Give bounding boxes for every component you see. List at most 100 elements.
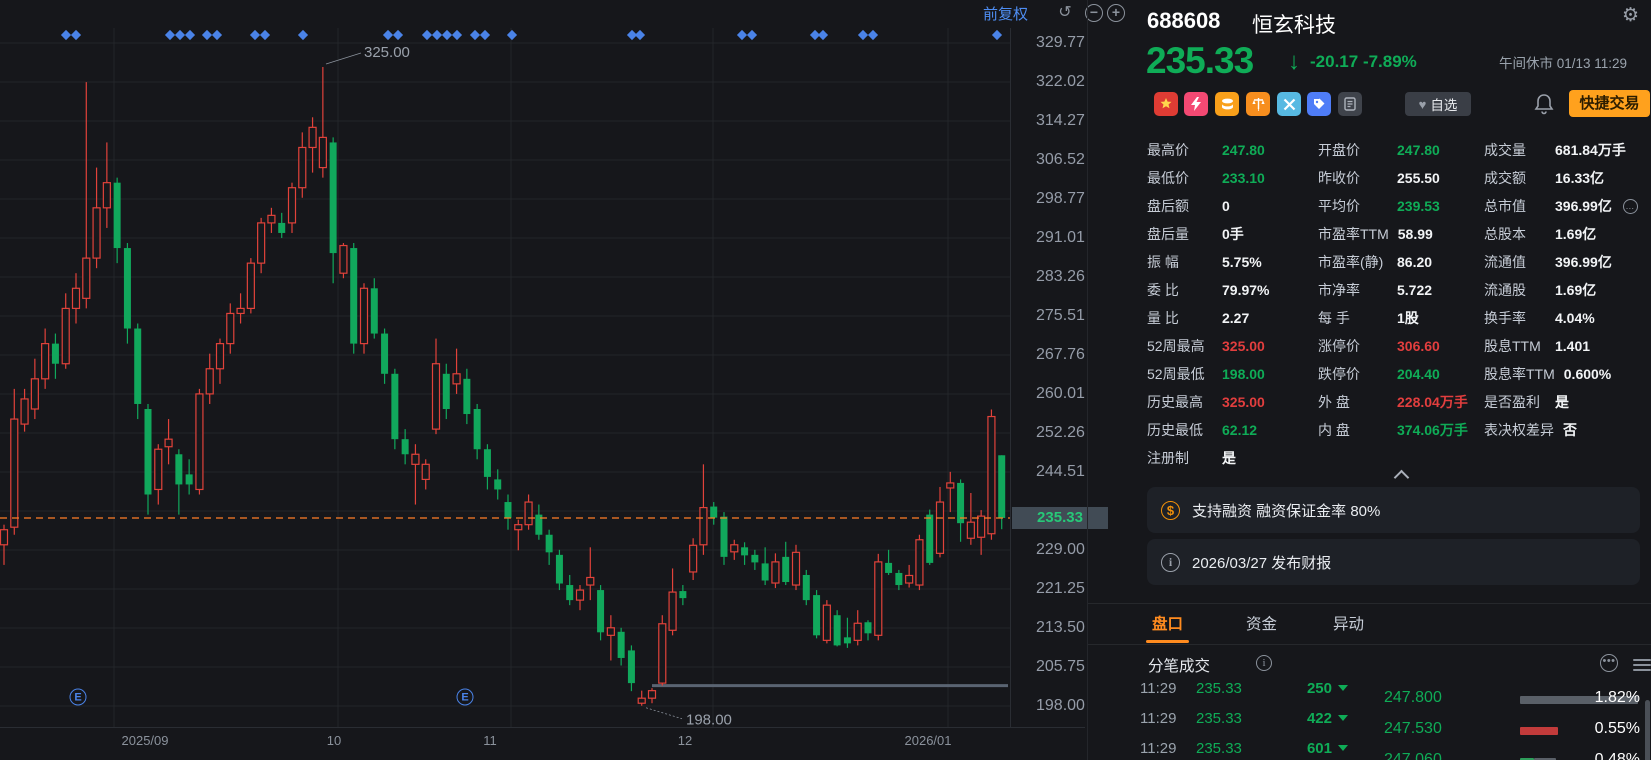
axis-tick-label: 267.76 — [1036, 345, 1085, 363]
earnings-event-icon[interactable]: E — [69, 688, 87, 706]
axis-tick-label: 314.27 — [1036, 111, 1085, 129]
svg-text:325.00: 325.00 — [364, 44, 410, 61]
undo-icon[interactable]: ↺ — [1056, 4, 1074, 22]
stat-总市值: 总市值 396.99亿… — [1484, 196, 1638, 216]
stat-涨停价: 涨停价 306.60 — [1318, 338, 1440, 354]
more-icon[interactable]: … — [1622, 198, 1638, 214]
stat-委 比: 委 比 79.97% — [1147, 282, 1270, 298]
axis-tick-label: 244.51 — [1036, 462, 1085, 480]
adjust-mode-link[interactable]: 前复权 — [983, 3, 1028, 24]
info-icon: i — [1161, 552, 1180, 572]
stat-成交额: 成交额 16.33亿 — [1484, 170, 1605, 186]
earnings-notice-card[interactable]: i 2026/03/27 发布财报 — [1147, 539, 1640, 585]
axis-tick-label: 275.51 — [1036, 306, 1085, 324]
sell-triangle-icon — [1338, 745, 1348, 751]
tab-资金[interactable]: 资金 — [1246, 612, 1277, 634]
stat-表决权差异: 表决权差异否 — [1484, 422, 1577, 438]
gear-icon[interactable]: ⚙ — [1622, 4, 1639, 27]
tag-badge-icon[interactable] — [1307, 92, 1331, 116]
price-dist-row[interactable]: 247.530 0.55% — [1380, 717, 1646, 745]
cn-flag-badge-icon[interactable] — [1154, 92, 1178, 116]
earnings-event-icon[interactable]: E — [456, 688, 474, 706]
axis-tick-label: 329.77 — [1036, 34, 1085, 51]
stat-换手率: 换手率 4.04% — [1484, 310, 1595, 326]
stat-52周最高: 52周最高 325.00 — [1147, 338, 1265, 354]
stat-开盘价: 开盘价 247.80 — [1318, 142, 1440, 158]
axis-tick-label: 198.00 — [1036, 696, 1085, 714]
price-dist-row[interactable]: 247.800 1.82% — [1380, 686, 1646, 714]
stat-历史最高: 历史最高 325.00 — [1147, 394, 1265, 410]
stat-是否盈利: 是否盈利是 — [1484, 394, 1569, 410]
axis-tick-label: 260.01 — [1036, 384, 1085, 402]
axis-tick-label: 298.77 — [1036, 189, 1085, 207]
tape-row[interactable]: 11:29 235.33 250 — [1140, 682, 1370, 702]
date-axis-label: 12 — [677, 733, 693, 748]
sell-triangle-icon — [1338, 715, 1348, 721]
stat-总股本: 总股本 1.69亿 — [1484, 226, 1597, 242]
stat-注册制: 注册制是 — [1147, 450, 1236, 466]
tab-盘口[interactable]: 盘口 — [1145, 612, 1190, 643]
stat-每 手: 每 手 1股 — [1318, 310, 1419, 326]
axis-tick-label: 306.52 — [1036, 150, 1085, 168]
stat-振 幅: 振 幅 5.75% — [1147, 254, 1262, 270]
watchlist-button[interactable]: ♥ 自选 — [1405, 92, 1471, 116]
price-change: -20.17 -7.89% — [1310, 52, 1417, 71]
down-arrow-icon: ↓ — [1288, 48, 1300, 75]
axis-tick-label: 283.26 — [1036, 267, 1085, 285]
stat-最低价: 最低价 233.10 — [1147, 170, 1265, 186]
axis-tick-label: 229.00 — [1036, 540, 1085, 558]
stat-历史最低: 历史最低 62.12 — [1147, 422, 1258, 438]
candlestick-chart[interactable]: 325.00198.00 — [0, 0, 1010, 760]
axis-tick-label: 205.75 — [1036, 657, 1085, 675]
bell-icon[interactable] — [1533, 92, 1555, 116]
stat-市盈率TTM: 市盈率TTM 58.99 — [1318, 226, 1433, 242]
market-status: 午间休市 01/13 11:29 — [1499, 56, 1628, 71]
margin-notice-card[interactable]: $ 支持融资 融资保证金率 80% — [1147, 487, 1640, 533]
stock-name: 恒玄科技 — [1252, 14, 1336, 37]
stat-外 盘: 外 盘 228.04万手 — [1318, 394, 1468, 410]
notice-text: 支持融资 融资保证金率 80% — [1192, 502, 1381, 520]
date-axis-label: 2026/01 — [904, 733, 952, 748]
memo-badge-icon[interactable] — [1338, 92, 1362, 116]
x-mark-badge-icon[interactable] — [1277, 92, 1301, 116]
stat-股息率TTM: 股息率TTM 0.600% — [1484, 366, 1612, 382]
sell-triangle-icon — [1338, 685, 1348, 691]
date-axis-label: 10 — [326, 733, 342, 748]
stat-量 比: 量 比 2.27 — [1147, 310, 1250, 326]
price-distribution-list[interactable]: 247.800 1.82% 247.530 0.55% 247.060 0.48% — [1380, 686, 1646, 760]
stat-内 盘: 内 盘 374.06万手 — [1318, 422, 1468, 438]
price-dist-row[interactable]: 247.060 0.48% — [1380, 748, 1646, 760]
coins-badge-icon[interactable] — [1215, 92, 1239, 116]
axis-tick-label: 213.50 — [1036, 618, 1085, 636]
axis-tick-label: 252.26 — [1036, 423, 1085, 441]
last-price: 235.33 — [1146, 40, 1254, 81]
notice-text: 2026/03/27 发布财报 — [1192, 554, 1332, 572]
watchlist-label: 自选 — [1430, 98, 1458, 113]
stat-流通股: 流通股 1.69亿 — [1484, 282, 1597, 298]
scale-badge-icon[interactable] — [1246, 92, 1270, 116]
tape-list[interactable]: 11:29 235.33 250 11:29 235.33 422 11:29 235.3… — [1140, 682, 1370, 760]
stat-52周最低: 52周最低 198.00 — [1147, 366, 1265, 382]
stock-code: 688608 — [1147, 8, 1221, 33]
stat-盘后额: 盘后额 0 — [1147, 198, 1230, 214]
panel-separator — [1087, 0, 1088, 760]
tape-row[interactable]: 11:29 235.33 601 — [1140, 734, 1370, 760]
divider — [1088, 644, 1651, 645]
tape-row[interactable]: 11:29 235.33 422 — [1140, 704, 1370, 732]
zoom-in-icon[interactable]: + — [1107, 4, 1125, 22]
stat-昨收价: 昨收价 255.50 — [1318, 170, 1440, 186]
tape-section-title: 分笔成交 — [1148, 658, 1211, 675]
money-icon: $ — [1161, 500, 1180, 520]
tab-异动[interactable]: 异动 — [1333, 612, 1364, 634]
info-icon[interactable]: i — [1256, 655, 1272, 671]
stat-股息TTM: 股息TTM 1.401 — [1484, 338, 1591, 354]
collapse-chevron-icon[interactable] — [1396, 468, 1408, 480]
stat-跌停价: 跌停价 204.40 — [1318, 366, 1440, 382]
scrollbar-thumb[interactable] — [1645, 700, 1650, 760]
stat-盘后量: 盘后量 0手 — [1147, 226, 1244, 242]
lightning-badge-icon[interactable] — [1184, 92, 1208, 116]
chart-bottom-border — [0, 727, 1085, 728]
more-options-icon[interactable]: ••• — [1600, 654, 1618, 672]
quick-trade-button[interactable]: 快捷交易 — [1569, 90, 1650, 117]
list-view-icon[interactable] — [1633, 656, 1651, 671]
